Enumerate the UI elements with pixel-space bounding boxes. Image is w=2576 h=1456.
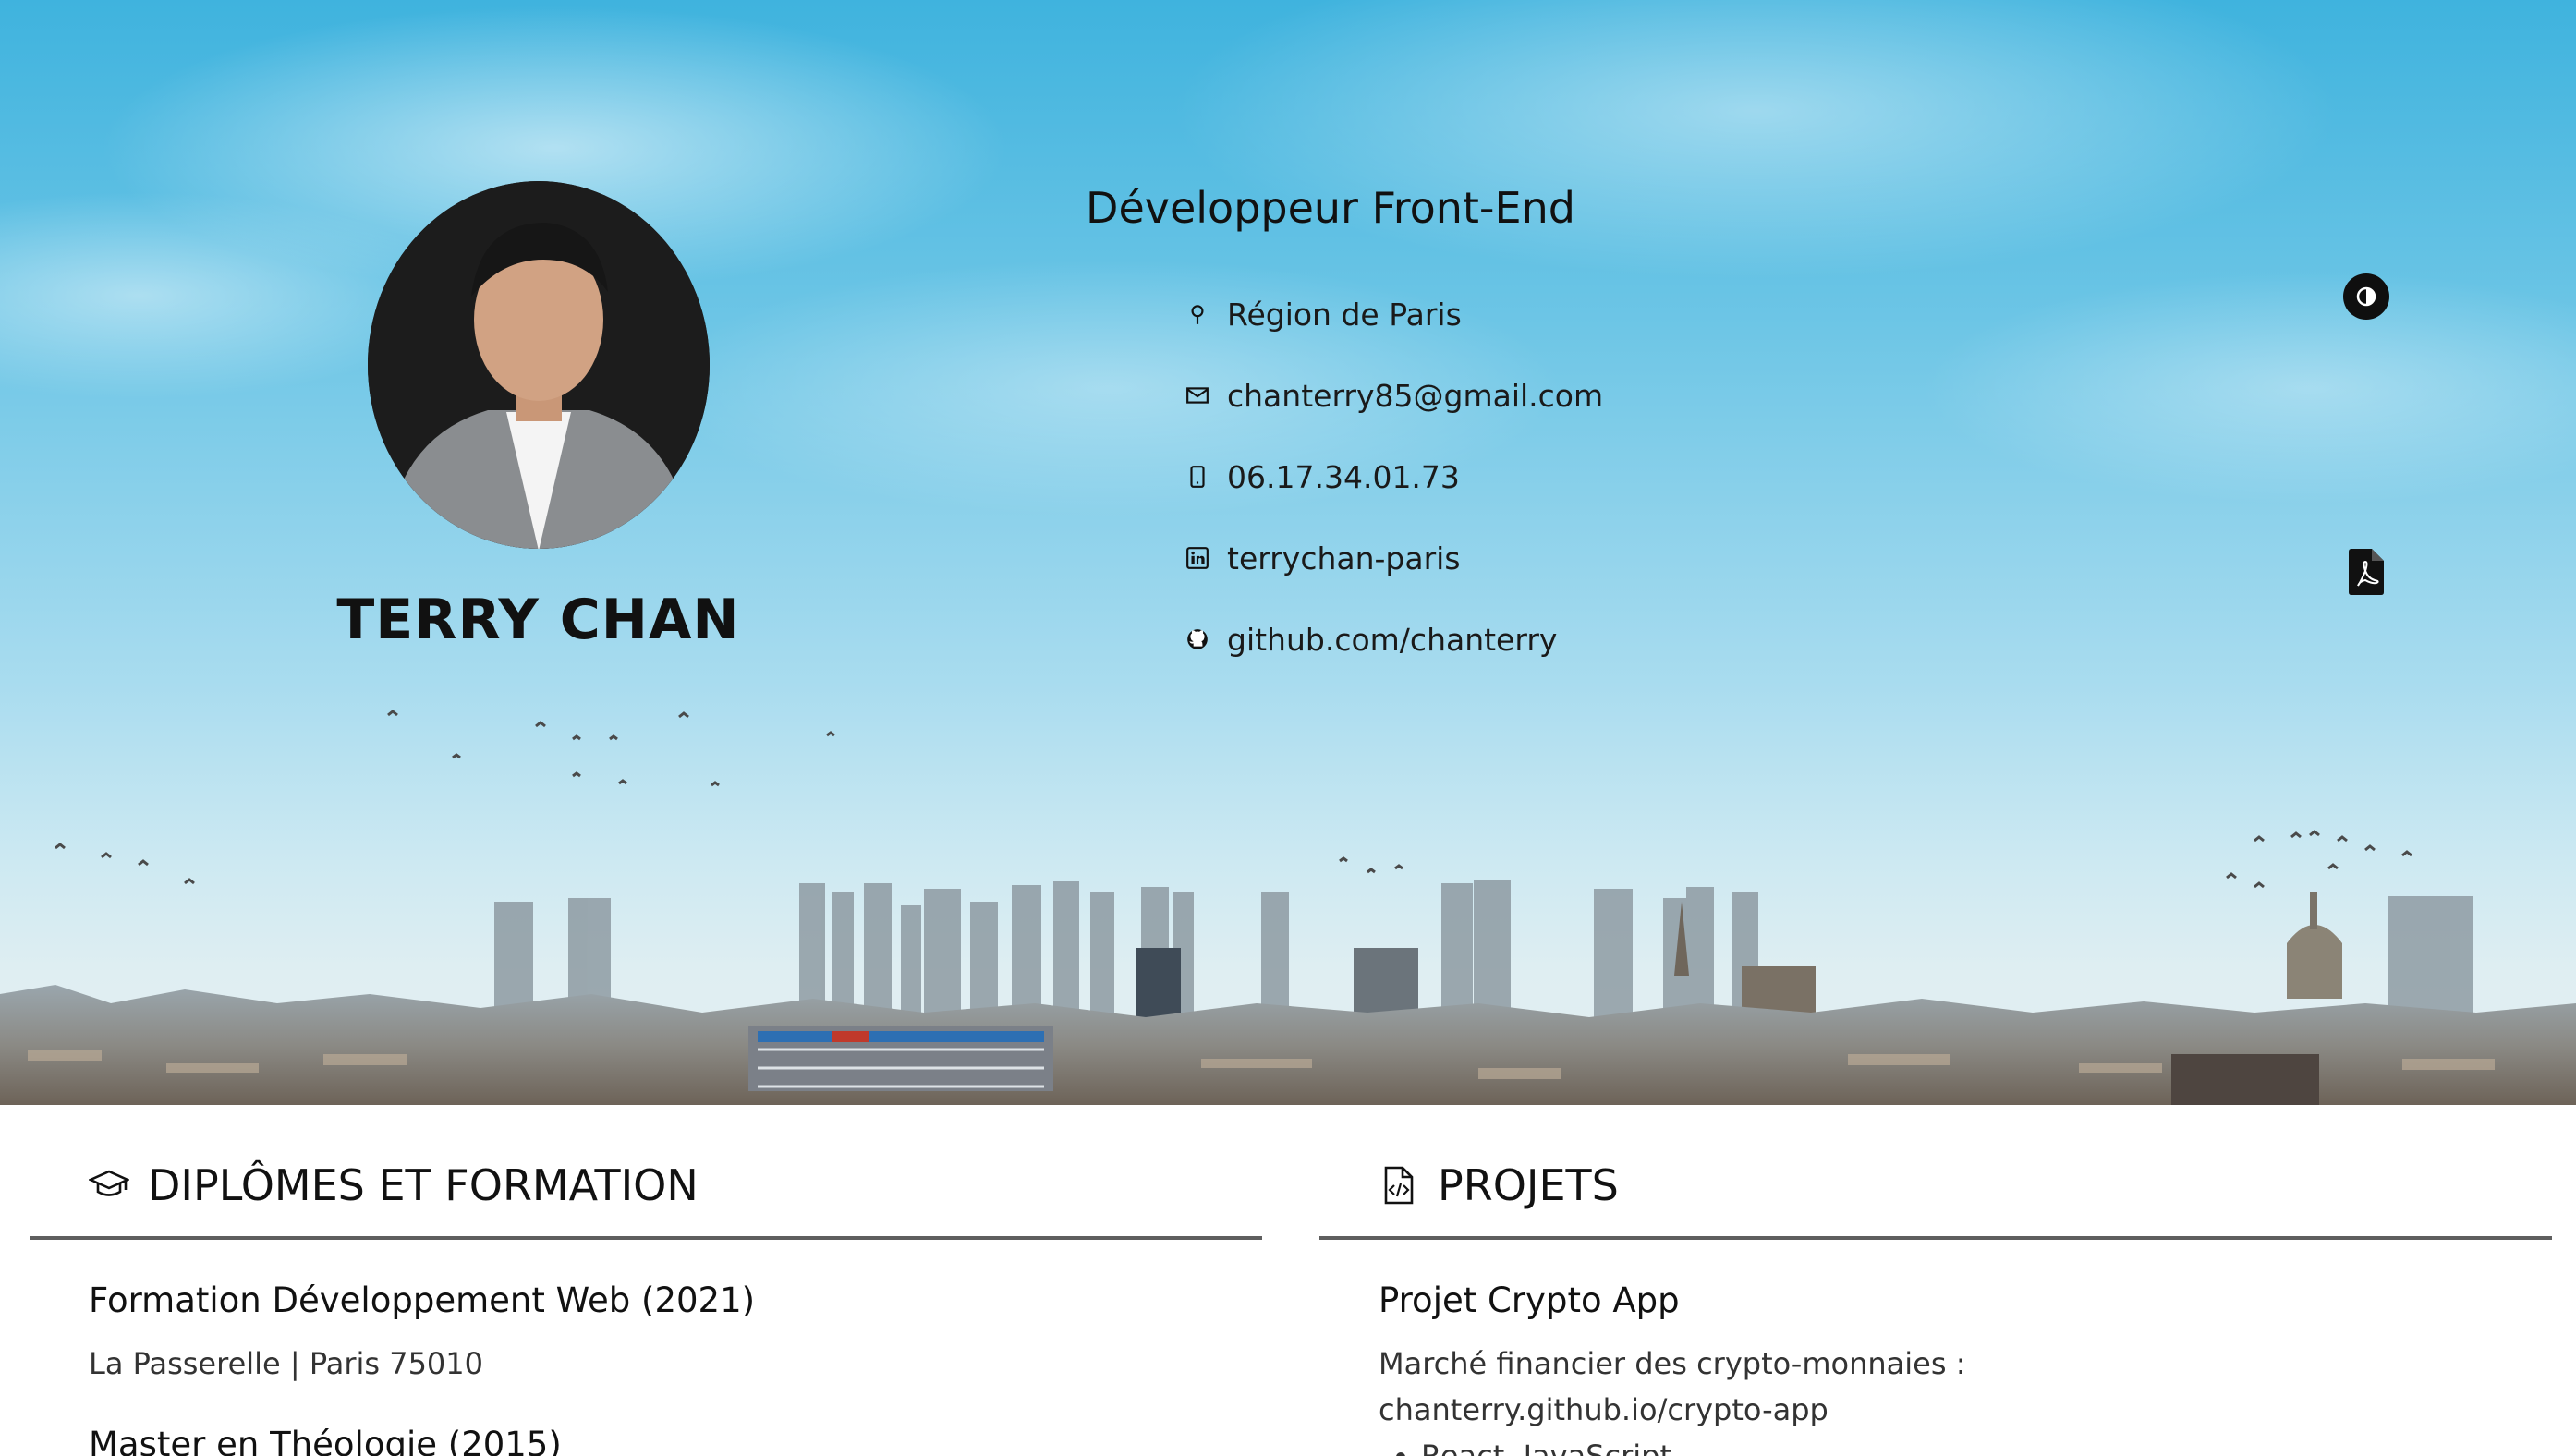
contact-email[interactable]: chanterry85@gmail.com: [1185, 355, 1603, 436]
resume-page: TERRY CHAN Développeur Front-End Région …: [0, 0, 2576, 1456]
birds-decoration: [55, 710, 2412, 889]
education-item-title: Master en Théologie (2015): [89, 1425, 562, 1456]
contact-location-text: Région de Paris: [1227, 296, 1462, 333]
download-pdf-button[interactable]: [2349, 549, 2384, 595]
education-heading: DIPLÔMES ET FORMATION: [89, 1160, 699, 1210]
education-heading-text: DIPLÔMES ET FORMATION: [148, 1160, 699, 1210]
education-item-title: Formation Développement Web (2021): [89, 1280, 756, 1320]
envelope-icon: [1185, 382, 1210, 408]
profile-photo: [368, 181, 710, 549]
phone-icon: [1185, 464, 1210, 490]
contact-list: Région de Paris chanterry85@gmail.com 06…: [1185, 273, 1603, 680]
graduation-cap-icon: [89, 1170, 129, 1196]
location-pin-icon: [1185, 301, 1210, 327]
github-icon: [1185, 626, 1210, 652]
theme-toggle-button[interactable]: [2343, 273, 2389, 320]
contact-github[interactable]: github.com/chanterry: [1185, 599, 1603, 680]
linkedin-icon: [1185, 545, 1210, 571]
pdf-file-icon: [2349, 549, 2384, 595]
contact-github-text[interactable]: github.com/chanterry: [1227, 622, 1557, 658]
project-item-link[interactable]: chanterry.github.io/crypto-app: [1379, 1387, 2487, 1433]
project-tech-list: React, JavaScript: [1421, 1433, 1671, 1456]
education-item-place: La Passerelle | Paris 75010: [89, 1346, 483, 1381]
projects-heading-text: PROJETS: [1438, 1160, 1619, 1210]
projects-heading: PROJETS: [1379, 1160, 1619, 1210]
hero-banner: TERRY CHAN Développeur Front-End Région …: [0, 0, 2576, 1105]
projects-divider: [1319, 1236, 2552, 1240]
contact-phone[interactable]: 06.17.34.01.73: [1185, 436, 1603, 517]
education-divider: [30, 1236, 1262, 1240]
profile-role: Développeur Front-End: [1086, 183, 1575, 233]
contact-linkedin[interactable]: terrychan-paris: [1185, 517, 1603, 599]
code-file-icon: [1384, 1166, 1414, 1205]
contact-location: Région de Paris: [1185, 273, 1603, 355]
contact-phone-text[interactable]: 06.17.34.01.73: [1227, 459, 1460, 495]
project-item-title: Projet Crypto App: [1379, 1280, 1680, 1320]
project-tech-item: React, JavaScript: [1421, 1433, 1671, 1456]
contact-email-text[interactable]: chanterry85@gmail.com: [1227, 378, 1603, 414]
resume-content: DIPLÔMES ET FORMATION Formation Développ…: [0, 1105, 2576, 1456]
profile-name: TERRY CHAN: [336, 588, 740, 652]
project-item-description: Marché financier des crypto-monnaies :: [1379, 1346, 1966, 1381]
contact-linkedin-text[interactable]: terrychan-paris: [1227, 540, 1461, 576]
contrast-icon: [2356, 286, 2376, 307]
